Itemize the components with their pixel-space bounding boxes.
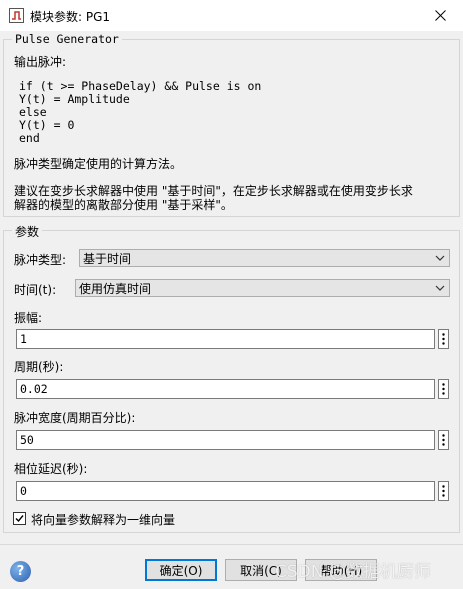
pulse-width-input[interactable]: 50 bbox=[16, 430, 435, 450]
description-group: Pulse Generator 输出脉冲: if (t >= PhaseDela… bbox=[3, 32, 460, 217]
checkmark-icon bbox=[15, 515, 24, 523]
pulse-width-value: 50 bbox=[20, 433, 34, 447]
phase-delay-options-button[interactable] bbox=[438, 481, 449, 501]
pulse-type-dropdown[interactable]: 基于时间 bbox=[79, 249, 450, 267]
block-type-legend: Pulse Generator bbox=[12, 32, 122, 46]
ok-button[interactable]: 确定(O) bbox=[145, 559, 217, 581]
parameters-group: 参数 脉冲类型: 基于时间 时间(t): 使用仿真时间 振幅: 1 周期(秒):… bbox=[3, 223, 460, 533]
interpret-vector-label: 将向量参数解释为一维向量 bbox=[31, 513, 176, 527]
parameters-legend: 参数 bbox=[12, 223, 43, 240]
close-icon[interactable] bbox=[434, 10, 446, 21]
kebab-menu-icon bbox=[442, 485, 445, 497]
help-button[interactable]: 帮助(H) bbox=[305, 559, 377, 581]
title-bar: 模块参数: PG1 bbox=[0, 0, 463, 31]
pulse-type-value: 基于时间 bbox=[83, 251, 132, 266]
amplitude-label: 振幅: bbox=[14, 311, 43, 325]
time-dropdown[interactable]: 使用仿真时间 bbox=[75, 279, 450, 297]
period-options-button[interactable] bbox=[438, 379, 449, 399]
kebab-menu-icon bbox=[442, 383, 445, 395]
footer-separator bbox=[0, 544, 463, 545]
amplitude-value: 1 bbox=[20, 332, 27, 346]
pulse-width-options-button[interactable] bbox=[438, 430, 449, 450]
description-subtitle: 输出脉冲: bbox=[14, 55, 67, 69]
window-title: 模块参数: PG1 bbox=[30, 10, 111, 24]
amplitude-options-button[interactable] bbox=[438, 329, 449, 349]
description-para2-line2: 解器的模型的离散部分使用 "基于采样"。 bbox=[14, 198, 233, 212]
period-label: 周期(秒): bbox=[14, 360, 64, 374]
period-value: 0.02 bbox=[20, 382, 48, 396]
pulse-type-label: 脉冲类型: bbox=[14, 253, 67, 267]
phase-delay-label: 相位延迟(秒): bbox=[14, 462, 88, 476]
amplitude-input[interactable]: 1 bbox=[16, 329, 435, 349]
help-icon[interactable]: ? bbox=[10, 561, 31, 582]
period-input[interactable]: 0.02 bbox=[16, 379, 435, 399]
phase-delay-value: 0 bbox=[20, 484, 27, 498]
kebab-menu-icon bbox=[442, 333, 445, 345]
cancel-button[interactable]: 取消(C) bbox=[225, 559, 297, 581]
chevron-down-icon bbox=[435, 255, 445, 261]
code-line-5: end bbox=[19, 131, 40, 145]
pulse-width-label: 脉冲宽度(周期百分比): bbox=[14, 411, 136, 425]
time-label: 时间(t): bbox=[14, 283, 57, 297]
chevron-down-icon bbox=[435, 285, 445, 291]
interpret-vector-checkbox[interactable] bbox=[13, 512, 26, 525]
simulink-block-icon bbox=[9, 8, 24, 23]
description-para1: 脉冲类型确定使用的计算方法。 bbox=[14, 157, 183, 171]
phase-delay-input[interactable]: 0 bbox=[16, 481, 435, 501]
kebab-menu-icon bbox=[442, 434, 445, 446]
close-button[interactable] bbox=[417, 0, 463, 31]
time-value: 使用仿真时间 bbox=[79, 281, 152, 296]
